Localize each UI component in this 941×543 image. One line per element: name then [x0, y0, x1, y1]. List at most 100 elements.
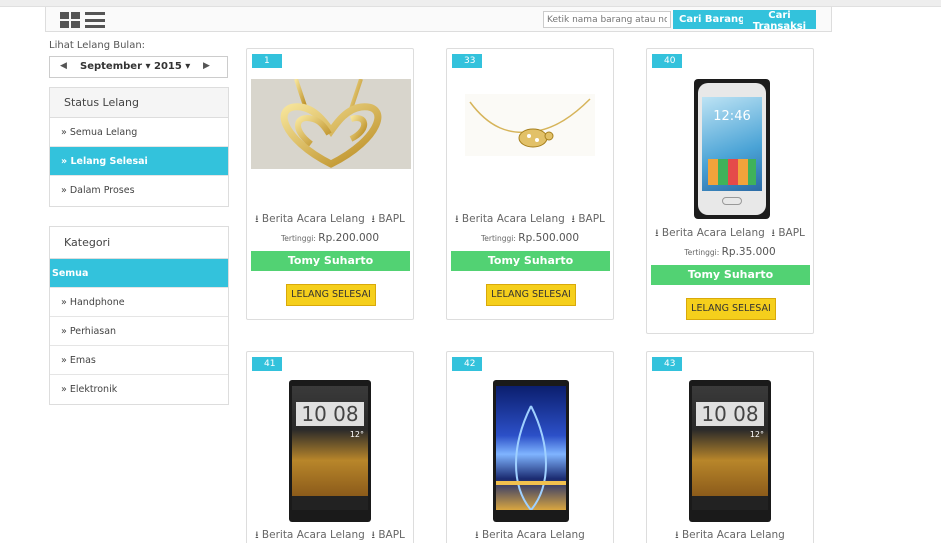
- download-icon: ⭳: [371, 214, 376, 225]
- product-image[interactable]: [251, 79, 411, 169]
- status-item-proses[interactable]: » Dalam Proses: [50, 176, 228, 203]
- phone-clock: 10 08: [696, 402, 764, 426]
- status-lelang-panel: Status Lelang » Semua Lelang » Lelang Se…: [49, 87, 229, 207]
- auction-card[interactable]: 33 ⭳ Berita Acara Lelang ⭳ BAPL Tertingg…: [446, 48, 614, 320]
- berita-acara-link[interactable]: Berita Acara Lelang: [262, 529, 365, 541]
- download-icon: ⭳: [475, 530, 479, 541]
- berita-acara-link[interactable]: Berita Acara Lelang: [462, 213, 565, 225]
- download-icon: ⭳: [771, 228, 776, 239]
- harga-value: Rp.35.000: [721, 246, 776, 258]
- auction-card[interactable]: 41 10 08 12° ⭳ Berita Acara Lelang ⭳ BAP…: [246, 351, 414, 543]
- berita-acara-link[interactable]: Berita Acara Lelang: [482, 529, 585, 541]
- harga-tertinggi: Tertinggi: Rp.35.000: [647, 246, 813, 258]
- phone-screen: [496, 386, 566, 510]
- kategori-item-elektronik[interactable]: » Elektronik: [50, 375, 228, 404]
- status-item-semua[interactable]: » Semua Lelang: [50, 118, 228, 147]
- home-button-icon: [722, 197, 742, 205]
- download-icon: ⭳: [571, 214, 576, 225]
- list-view-icon[interactable]: [85, 12, 105, 28]
- item-number-badge: 41: [252, 357, 282, 371]
- phone-body: 12:46: [698, 83, 766, 215]
- phone-clock: 10 08: [296, 402, 364, 426]
- auction-card[interactable]: 40 12:46 ⭳ Berita Acara Lelang ⭳ BAPL Te…: [646, 48, 814, 334]
- view-switcher: [60, 12, 105, 28]
- item-number-badge: 1: [252, 54, 282, 68]
- card-links: ⭳ Berita Acara Lelang ⭳ BAPL: [247, 528, 413, 543]
- cari-transaksi-button[interactable]: Cari Transaksi: [743, 10, 816, 32]
- auction-card[interactable]: 42 ⭳ Berita Acara Lelang: [446, 351, 614, 543]
- card-links: ⭳ Berita Acara Lelang: [647, 528, 813, 543]
- bapl-link[interactable]: BAPL: [378, 529, 405, 541]
- bapl-link[interactable]: BAPL: [778, 227, 805, 239]
- tertinggi-label: Tertinggi:: [480, 234, 516, 243]
- month-value[interactable]: September ▾ 2015 ▾: [80, 61, 190, 72]
- tertinggi-label: Tertinggi:: [684, 248, 720, 257]
- lelang-selesai-button[interactable]: LELANG SELESAI: [686, 298, 776, 320]
- lelang-selesai-button[interactable]: LELANG SELESAI: [286, 284, 376, 306]
- harga-value: Rp.500.000: [518, 232, 580, 244]
- kategori-title: Kategori: [50, 227, 228, 259]
- month-selector[interactable]: ◀ September ▾ 2015 ▾ ▶: [49, 56, 228, 78]
- top-border: [0, 0, 941, 7]
- pemenang-bar: Tomy Suharto: [651, 265, 810, 285]
- next-month-icon[interactable]: ▶: [203, 61, 210, 71]
- phone-dock: [692, 496, 768, 510]
- bulan-label: Lihat Lelang Bulan:: [49, 40, 146, 51]
- phone-temp: 12°: [749, 430, 764, 439]
- card-links: ⭳ Berita Acara Lelang ⭳ BAPL: [647, 226, 813, 243]
- berita-acara-link[interactable]: Berita Acara Lelang: [662, 227, 765, 239]
- toolbar: Cari Barang Cari Transaksi: [45, 7, 832, 32]
- item-number-badge: 33: [452, 54, 482, 68]
- phone-screen: 12:46: [702, 97, 762, 191]
- grid-view-icon[interactable]: [60, 12, 80, 28]
- product-image[interactable]: 10 08 12°: [689, 380, 771, 522]
- tertinggi-label: Tertinggi:: [280, 234, 316, 243]
- product-image[interactable]: [493, 380, 569, 522]
- auction-card[interactable]: 43 10 08 12° ⭳ Berita Acara Lelang: [646, 351, 814, 543]
- auction-card[interactable]: 1 ⭳ Berita Acara Lelang ⭳ BAPL Tertinggi…: [246, 48, 414, 320]
- card-links: ⭳ Berita Acara Lelang ⭳ BAPL: [247, 212, 413, 229]
- product-image[interactable]: 12:46: [694, 79, 770, 219]
- phone-clock: 12:46: [713, 109, 751, 124]
- product-image[interactable]: 10 08 12°: [289, 380, 371, 522]
- harga-value: Rp.200.000: [318, 232, 380, 244]
- app-icons: [708, 159, 756, 185]
- product-image[interactable]: [465, 94, 595, 156]
- download-icon: ⭳: [371, 530, 376, 541]
- lelang-selesai-button[interactable]: LELANG SELESAI: [486, 284, 576, 306]
- kategori-item-perhiasan[interactable]: » Perhiasan: [50, 317, 228, 346]
- item-number-badge: 40: [652, 54, 682, 68]
- download-icon: ⭳: [655, 228, 659, 239]
- berita-acara-link[interactable]: Berita Acara Lelang: [682, 529, 785, 541]
- harga-tertinggi: Tertinggi: Rp.200.000: [247, 232, 413, 244]
- download-icon: ⭳: [455, 214, 459, 225]
- download-icon: ⭳: [255, 530, 259, 541]
- pemenang-bar: Tomy Suharto: [451, 251, 610, 271]
- download-icon: ⭳: [675, 530, 679, 541]
- download-icon: ⭳: [255, 214, 259, 225]
- search-input[interactable]: [543, 11, 671, 28]
- cari-barang-button[interactable]: Cari Barang: [673, 10, 752, 29]
- card-links: ⭳ Berita Acara Lelang ⭳ BAPL: [447, 212, 613, 229]
- phone-dock: [292, 496, 368, 510]
- phone-screen: 10 08 12°: [292, 386, 368, 510]
- card-links: ⭳ Berita Acara Lelang: [447, 528, 613, 543]
- item-number-badge: 43: [652, 357, 682, 371]
- pemenang-bar: Tomy Suharto: [251, 251, 410, 271]
- kategori-item-semua[interactable]: Semua: [50, 259, 228, 288]
- phone-screen: 10 08 12°: [692, 386, 768, 510]
- city-bridge-wallpaper-icon: [496, 405, 566, 510]
- berita-acara-link[interactable]: Berita Acara Lelang: [262, 213, 365, 225]
- prev-month-icon[interactable]: ◀: [60, 61, 67, 71]
- bapl-link[interactable]: BAPL: [578, 213, 605, 225]
- kategori-item-emas[interactable]: » Emas: [50, 346, 228, 375]
- status-lelang-title: Status Lelang: [50, 88, 228, 118]
- kategori-item-handphone[interactable]: » Handphone: [50, 288, 228, 317]
- harga-tertinggi: Tertinggi: Rp.500.000: [447, 232, 613, 244]
- gold-heart-pendant-icon: [280, 79, 382, 168]
- item-number-badge: 42: [452, 357, 482, 371]
- bapl-link[interactable]: BAPL: [378, 213, 405, 225]
- phone-temp: 12°: [349, 430, 364, 439]
- kategori-panel: Kategori Semua » Handphone » Perhiasan »…: [49, 226, 229, 405]
- status-item-selesai[interactable]: » Lelang Selesai: [50, 147, 228, 176]
